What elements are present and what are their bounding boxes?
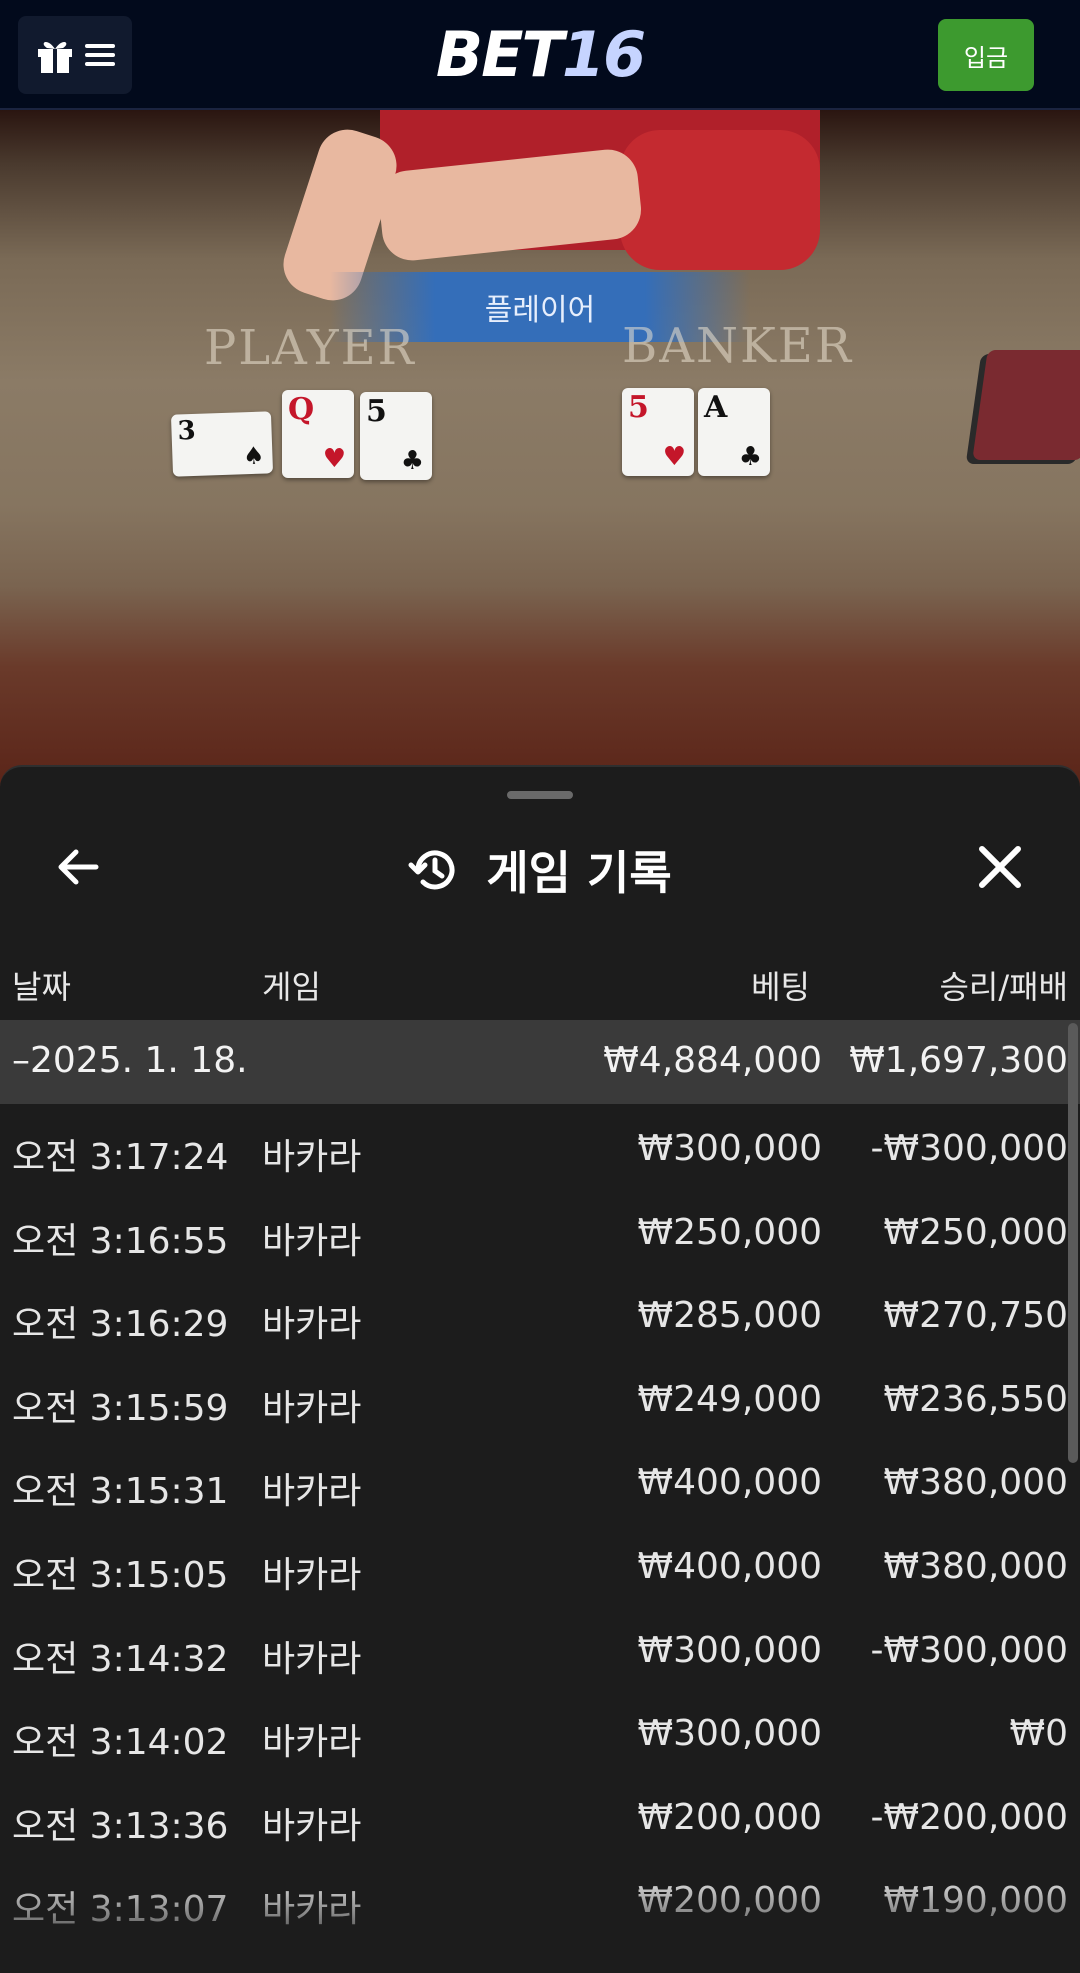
row-game: 바카라 [262, 1220, 362, 1262]
banker-card: 5 ♥ [622, 388, 694, 476]
panel-title-group: 게임 기록 [0, 837, 1080, 903]
game-history-panel: 게임 기록 날짜 게임 베팅 승리/패배 –2025. 1. 18. ₩4,88… [0, 765, 1080, 1973]
deposit-button[interactable]: 입금 [938, 19, 1034, 91]
date-summary-row[interactable]: –2025. 1. 18. ₩4,884,000 ₩1,697,300 [0, 1020, 1080, 1104]
panel-header: 게임 기록 [0, 817, 1080, 917]
row-game: 바카라 [262, 1554, 362, 1596]
row-game: 바카라 [262, 1889, 362, 1931]
history-row[interactable]: 오전 3:15:59 바카라 ₩249,000 ₩236,550 [0, 1355, 1080, 1439]
row-bet: ₩250,000 [637, 1211, 822, 1253]
history-scrollbar[interactable] [1068, 1023, 1078, 1463]
table-header: 날짜 게임 베팅 승리/패배 [0, 952, 1080, 1018]
row-result: -₩200,000 [870, 1796, 1068, 1838]
row-bet: ₩300,000 [637, 1713, 822, 1755]
row-bet: ₩300,000 [637, 1128, 822, 1169]
row-time: 오전 3:15:59 [12, 1387, 229, 1429]
row-bet: ₩400,000 [637, 1462, 822, 1504]
result-banner-text: 플레이어 [484, 293, 596, 328]
row-game: 바카라 [262, 1304, 362, 1346]
close-icon [979, 846, 1021, 888]
row-result: -₩300,000 [870, 1629, 1068, 1671]
column-game[interactable]: 게임 [262, 962, 321, 1008]
banker-card: A ♣ [698, 388, 770, 476]
row-time: 오전 3:13:36 [12, 1805, 229, 1847]
column-bet[interactable]: 베팅 [751, 962, 810, 1008]
panel-title: 게임 기록 [486, 846, 672, 900]
row-bet: ₩300,000 [637, 1629, 822, 1671]
banker-area-label: BANKER [622, 318, 853, 374]
player-area-label: PLAYER [204, 320, 416, 376]
row-bet: ₩285,000 [637, 1295, 822, 1337]
row-game: 바카라 [262, 1137, 362, 1178]
row-time: 오전 3:15:31 [12, 1471, 229, 1513]
row-time: 오전 3:13:07 [12, 1889, 229, 1931]
row-result: ₩250,000 [883, 1211, 1068, 1253]
summary-result-total: ₩1,697,300 [849, 1040, 1068, 1081]
row-time: 오전 3:15:05 [12, 1554, 229, 1596]
row-result: ₩190,000 [883, 1880, 1068, 1922]
history-row[interactable]: 오전 3:13:36 바카라 ₩200,000 -₩200,000 [0, 1773, 1080, 1857]
row-bet: ₩400,000 [637, 1545, 822, 1587]
history-list: 오전 3:17:24 바카라 ₩300,000 -₩300,000 오전 3:1… [0, 1104, 1080, 1940]
row-result: ₩380,000 [883, 1545, 1068, 1587]
history-row[interactable]: 오전 3:15:31 바카라 ₩400,000 ₩380,000 [0, 1438, 1080, 1522]
row-result: ₩0 [1009, 1713, 1069, 1755]
player-card: 3 ♠ [170, 411, 274, 477]
row-game: 바카라 [262, 1722, 362, 1764]
top-bar: BET16 입금 [0, 0, 1080, 110]
row-time: 오전 3:16:55 [12, 1220, 229, 1262]
row-time: 오전 3:14:32 [12, 1638, 229, 1680]
history-row[interactable]: 오전 3:15:05 바카라 ₩400,000 ₩380,000 [0, 1522, 1080, 1606]
live-game-video: 플레이어 PLAYER BANKER 3 ♠ Q ♥ 5 ♣ 5 ♥ A ♣ [0, 110, 1080, 790]
dealer-sleeve [620, 130, 820, 270]
history-clock-icon [408, 850, 455, 890]
history-row[interactable]: 오전 3:17:24 바카라 ₩300,000 -₩300,000 [0, 1104, 1080, 1188]
history-row[interactable]: 오전 3:16:55 바카라 ₩250,000 ₩250,000 [0, 1188, 1080, 1272]
row-result: ₩380,000 [883, 1462, 1068, 1504]
card-shoe [972, 350, 1080, 460]
row-game: 바카라 [262, 1471, 362, 1513]
row-time: 오전 3:16:29 [12, 1304, 229, 1346]
history-row[interactable]: 오전 3:16:29 바카라 ₩285,000 ₩270,750 [0, 1271, 1080, 1355]
history-row[interactable]: 오전 3:14:02 바카라 ₩300,000 ₩0 [0, 1689, 1080, 1773]
player-card: Q ♥ [282, 390, 354, 478]
summary-date: –2025. 1. 18. [12, 1040, 248, 1081]
row-bet: ₩249,000 [637, 1378, 822, 1420]
column-result[interactable]: 승리/패배 [939, 962, 1068, 1008]
row-game: 바카라 [262, 1805, 362, 1847]
row-result: -₩300,000 [870, 1128, 1068, 1169]
row-bet: ₩200,000 [637, 1796, 822, 1838]
close-button[interactable] [972, 839, 1028, 895]
row-result: ₩236,550 [883, 1378, 1068, 1420]
row-game: 바카라 [262, 1387, 362, 1429]
player-card: 5 ♣ [360, 392, 432, 480]
history-row[interactable]: 오전 3:13:07 바카라 ₩200,000 ₩190,000 [0, 1856, 1080, 1940]
row-result: ₩270,750 [883, 1295, 1068, 1337]
row-time: 오전 3:17:24 [12, 1137, 229, 1178]
drag-handle[interactable] [507, 791, 573, 799]
summary-bet-total: ₩4,884,000 [603, 1040, 822, 1081]
history-row[interactable]: 오전 3:14:32 바카라 ₩300,000 -₩300,000 [0, 1606, 1080, 1690]
row-time: 오전 3:14:02 [12, 1722, 229, 1764]
brand-logo[interactable]: BET16 [0, 18, 1080, 91]
row-bet: ₩200,000 [637, 1880, 822, 1922]
row-game: 바카라 [262, 1638, 362, 1680]
column-date[interactable]: 날짜 [12, 962, 71, 1008]
